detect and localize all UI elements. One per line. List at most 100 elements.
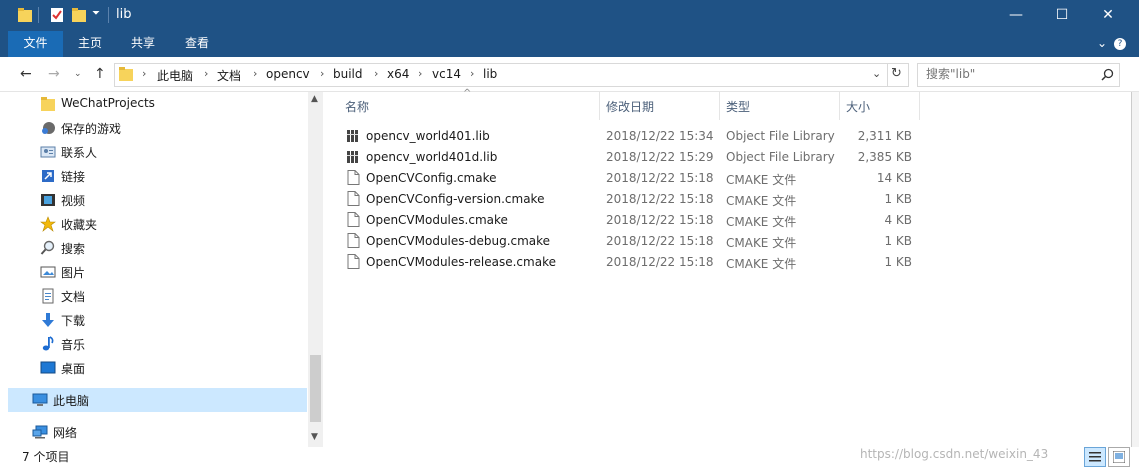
network-icon (32, 425, 48, 439)
nav-item-network[interactable]: 网络 (8, 420, 308, 444)
column-header-size[interactable]: 大小 (846, 98, 870, 115)
file-size: 1 KB (884, 255, 912, 269)
table-row[interactable]: OpenCVConfig.cmake 2018/12/22 15:18 CMAK… (345, 168, 935, 189)
nav-item-label: 联系人 (61, 146, 98, 160)
address-row: ← → ⌄ ↑ › 此电脑 › 文档 › opencv › build › x6… (0, 57, 1139, 92)
file-type: CMAKE 文件 (726, 257, 797, 271)
breadcrumb-separator: › (253, 67, 258, 80)
file-date: 2018/12/22 15:18 (606, 171, 714, 185)
close-button[interactable]: ✕ (1085, 0, 1131, 31)
favorites-icon (40, 216, 56, 232)
this-pc-icon (32, 393, 48, 406)
file-date: 2018/12/22 15:18 (606, 255, 714, 269)
large-icons-view-button[interactable] (1108, 447, 1130, 467)
nav-item-label: 链接 (61, 170, 86, 184)
forward-button[interactable]: → (48, 66, 60, 82)
table-row[interactable]: OpenCVModules-debug.cmake 2018/12/22 15:… (345, 231, 935, 252)
tab-share[interactable]: 共享 (122, 31, 164, 57)
address-bar[interactable]: › 此电脑 › 文档 › opencv › build › x64 › vc14… (114, 63, 909, 87)
column-header-date[interactable]: 修改日期 (606, 98, 654, 115)
file-name: opencv_world401.lib (366, 129, 490, 143)
back-button[interactable]: ← (20, 66, 32, 82)
search-input[interactable] (926, 67, 1096, 81)
qat-divider (108, 7, 109, 23)
search-icon[interactable] (1101, 68, 1114, 81)
navigation-pane: WeChatProjects 保存的游戏 联系人 链接 视频 收藏夹 搜索 图片… (8, 92, 323, 447)
library-file-icon (347, 151, 358, 163)
navigation-scrollbar[interactable]: ▲ ▼ (308, 92, 323, 447)
nav-item-documents[interactable]: 文档 (8, 284, 308, 308)
breadcrumb-this-pc[interactable]: 此电脑 (157, 67, 193, 84)
column-header-type[interactable]: 类型 (726, 98, 750, 115)
qat-dropdown-icon[interactable]: ⏷ (92, 8, 100, 19)
column-header-name[interactable]: 名称 (345, 98, 369, 115)
scroll-down-icon[interactable]: ▼ (311, 432, 318, 442)
search-icon (40, 240, 55, 255)
ribbon-tabs: 文件 主页 共享 查看 ⌄ ? (0, 31, 1139, 57)
large-icons-view-icon (1113, 451, 1125, 463)
desktop-icon (40, 361, 56, 374)
table-row[interactable]: OpenCVModules-release.cmake 2018/12/22 1… (345, 252, 935, 273)
address-dropdown-icon[interactable]: ⌄ (872, 67, 881, 80)
scrollbar-thumb[interactable] (310, 355, 321, 422)
help-button[interactable]: ? (1114, 38, 1126, 50)
up-button[interactable]: ↑ (94, 66, 106, 82)
status-bar: 7 个项目 https://blog.csdn.net/weixin_43 (0, 447, 1139, 475)
scroll-up-icon[interactable]: ▲ (311, 94, 318, 104)
file-size: 2,311 KB (857, 129, 912, 143)
breadcrumb-opencv[interactable]: opencv (266, 67, 310, 81)
table-row[interactable]: opencv_world401.lib 2018/12/22 15:34 Obj… (345, 126, 935, 147)
nav-item-pictures[interactable]: 图片 (8, 260, 308, 284)
nav-item-this-pc[interactable]: 此电脑 (8, 388, 307, 412)
column-divider[interactable] (599, 92, 600, 120)
folder-icon (119, 67, 133, 81)
table-row[interactable]: OpenCVConfig-version.cmake 2018/12/22 15… (345, 189, 935, 210)
new-folder-icon[interactable] (72, 8, 86, 22)
column-divider[interactable] (719, 92, 720, 120)
qat-divider (38, 7, 39, 23)
breadcrumb-separator: › (142, 67, 147, 80)
details-view-button[interactable] (1084, 447, 1106, 467)
links-icon (42, 170, 54, 182)
nav-item-downloads[interactable]: 下载 (8, 308, 308, 332)
table-row[interactable]: OpenCVModules.cmake 2018/12/22 15:18 CMA… (345, 210, 935, 231)
nav-item-desktop[interactable]: 桌面 (8, 356, 308, 380)
nav-item-contacts[interactable]: 联系人 (8, 140, 308, 164)
maximize-button[interactable]: ☐ (1039, 0, 1085, 31)
column-divider[interactable] (839, 92, 840, 120)
breadcrumb-separator: › (320, 67, 325, 80)
recent-locations-icon[interactable]: ⌄ (74, 69, 82, 79)
minimize-button[interactable]: — (993, 0, 1039, 31)
breadcrumb-build[interactable]: build (333, 67, 363, 81)
nav-item-searches[interactable]: 搜索 (8, 236, 308, 260)
nav-item-wechatprojects[interactable]: WeChatProjects (8, 92, 308, 116)
search-box[interactable] (917, 63, 1120, 87)
tab-file[interactable]: 文件 (8, 31, 63, 57)
nav-item-label: 图片 (61, 266, 86, 280)
nav-item-favorites[interactable]: 收藏夹 (8, 212, 308, 236)
nav-item-links[interactable]: 链接 (8, 164, 308, 188)
file-name: opencv_world401d.lib (366, 150, 498, 164)
file-type: CMAKE 文件 (726, 173, 797, 187)
nav-item-music[interactable]: 音乐 (8, 332, 308, 356)
refresh-icon[interactable]: ↻ (891, 66, 902, 81)
breadcrumb-x64[interactable]: x64 (387, 67, 409, 81)
tab-view[interactable]: 查看 (176, 31, 218, 57)
nav-item-videos[interactable]: 视频 (8, 188, 308, 212)
column-divider[interactable] (919, 92, 920, 120)
breadcrumb-documents[interactable]: 文档 (217, 67, 241, 84)
breadcrumb-separator: › (470, 67, 475, 80)
file-name: OpenCVModules-debug.cmake (366, 234, 551, 248)
nav-item-label: 此电脑 (53, 394, 90, 408)
breadcrumb-vc14[interactable]: vc14 (432, 67, 461, 81)
file-name: OpenCVConfig-version.cmake (366, 192, 545, 206)
video-icon (41, 194, 55, 206)
ribbon-expand-icon[interactable]: ⌄ (1094, 31, 1110, 57)
tab-home[interactable]: 主页 (70, 31, 110, 57)
properties-icon[interactable] (50, 8, 64, 22)
table-row[interactable]: opencv_world401d.lib 2018/12/22 15:29 Ob… (345, 147, 935, 168)
music-icon (42, 336, 54, 351)
breadcrumb-lib[interactable]: lib (483, 67, 497, 81)
nav-item-saved-games[interactable]: 保存的游戏 (8, 116, 308, 140)
contacts-icon (40, 146, 56, 158)
